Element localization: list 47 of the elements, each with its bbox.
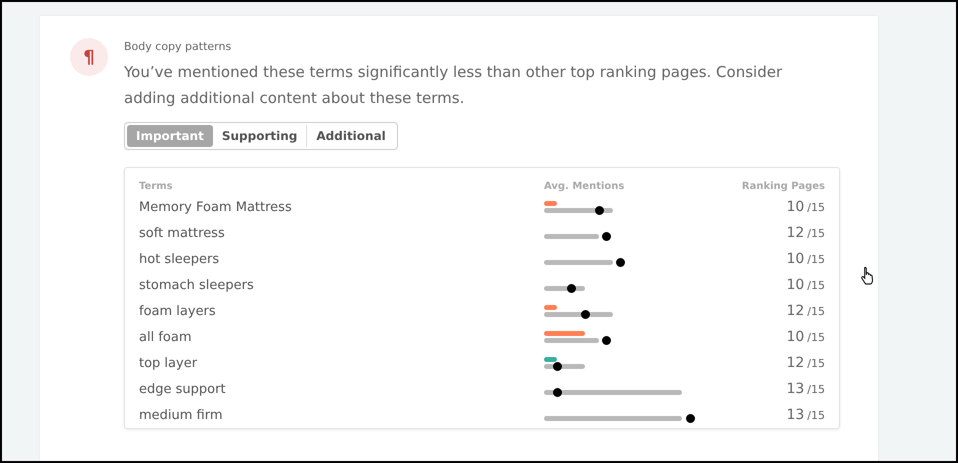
ranking-count: 10 [786,199,804,215]
ranking-total: /15 [807,331,825,344]
ranking-total: /15 [807,409,825,422]
ranking-total: /15 [807,253,825,266]
average-marker [553,388,562,397]
mentions-range-bar [544,260,613,265]
ranking-count: 12 [786,303,804,319]
ranking-total: /15 [807,227,825,240]
ranking-count: 13 [786,407,804,423]
term-text: hot sleepers [139,252,220,266]
ranking-total: /15 [807,279,825,292]
ranking-count: 12 [786,225,804,241]
average-marker [602,232,611,241]
average-marker [602,336,611,345]
column-header: Avg. Mentions [544,180,626,192]
term-text: soft mattress [139,226,226,240]
ranking-total: /15 [807,357,825,370]
tab[interactable]: Additional [306,125,395,147]
term-text: foam layers [139,304,217,318]
ranking-count: 12 [786,355,804,371]
term-text: edge support [139,382,227,396]
message-text: You’ve mentioned these terms significantly less than other top ranking pages. Consider adding additional content about these terms. [124,62,784,109]
ranking-total: /15 [807,305,825,318]
ranking-total: /15 [807,201,825,214]
column-header: Ranking Pages [740,180,825,192]
average-marker [567,284,576,293]
term-text: top layer [139,356,198,370]
average-marker [686,414,695,423]
term-text: medium firm [139,408,224,422]
ranking-count: 10 [786,251,804,267]
ranking-count: 10 [786,277,804,293]
column-header: Terms [139,180,174,192]
average-marker [616,258,625,267]
paragraph-icon: ¶ [70,38,108,76]
term-text: all foam [139,330,192,344]
term-text: stomach sleepers [139,278,255,292]
average-marker [595,206,604,215]
term-text: Memory Foam Mattress [139,200,293,214]
mentions-range-bar [544,234,599,239]
ranking-total: /15 [807,383,825,396]
average-marker [553,362,562,371]
mentions-range-bar [544,338,599,343]
ranking-count: 13 [786,381,804,397]
tab[interactable]: Supporting [212,125,306,147]
average-marker [581,310,590,319]
section-title: Body copy patterns [124,40,232,53]
ranking-count: 10 [786,329,804,345]
